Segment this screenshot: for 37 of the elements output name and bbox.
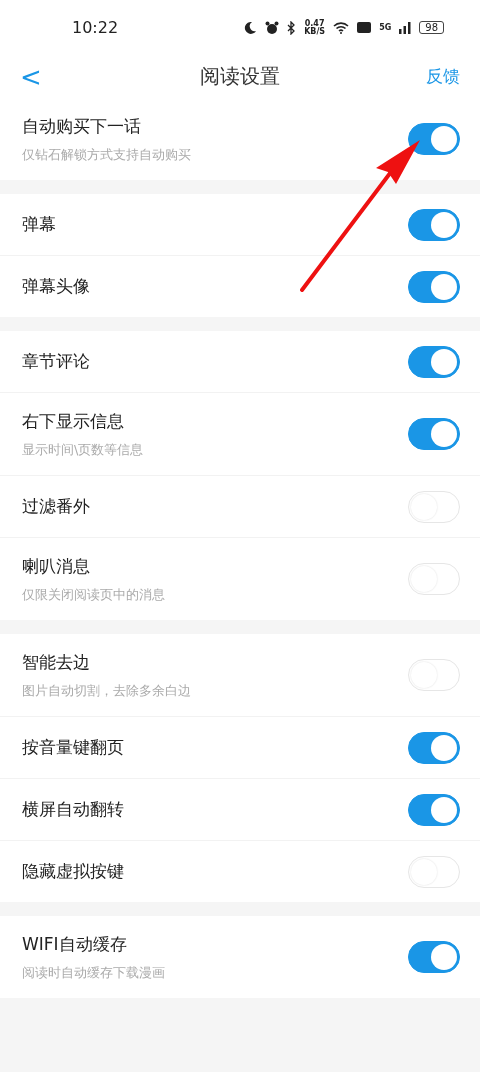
setting-description: 仅限关闭阅读页中的消息 xyxy=(22,585,166,604)
setting-description: 显示时间\页数等信息 xyxy=(22,440,145,459)
battery-level: 98 xyxy=(419,21,444,34)
toggle-switch[interactable] xyxy=(408,123,460,155)
network-speed: 0.47 xyxy=(304,19,325,28)
moon-icon xyxy=(243,20,258,35)
setting-label: 自动购买下一话 xyxy=(22,114,142,138)
toggle-switch[interactable] xyxy=(408,731,460,764)
bluetooth-icon xyxy=(287,20,297,35)
toggle-switch[interactable] xyxy=(408,345,460,378)
toggle-switch[interactable] xyxy=(408,270,460,303)
setting-description: 图片自动切割，去除多余白边 xyxy=(22,681,192,700)
setting-label: 弹幕 xyxy=(22,213,57,236)
setting-label: 弹幕头像 xyxy=(22,275,91,298)
setting-label: 右下显示信息 xyxy=(22,409,125,433)
speed-unit: KB/S xyxy=(304,27,326,36)
network-type: 5G xyxy=(379,23,392,32)
feedback-button[interactable]: 反馈 xyxy=(400,65,460,88)
setting-label: 隐藏虚拟按键 xyxy=(22,860,125,883)
signal-icon xyxy=(399,21,412,34)
toggle-switch[interactable] xyxy=(408,208,460,241)
setting-label: 喇叭消息 xyxy=(22,554,91,578)
toggle-switch[interactable] xyxy=(408,418,460,450)
status-time: 10:22 xyxy=(72,18,120,37)
setting-label: 章节评论 xyxy=(22,350,91,373)
setting-description: 仅钻石解锁方式支持自动购买 xyxy=(22,145,192,164)
page-title: 阅读设置 xyxy=(199,63,281,90)
setting-label: 过滤番外 xyxy=(22,495,91,518)
setting-label: WIFI自动缓存 xyxy=(22,932,128,956)
toggle-switch[interactable] xyxy=(408,793,460,826)
setting-label: 横屏自动翻转 xyxy=(22,798,125,821)
wifi-icon xyxy=(333,21,350,34)
toggle-switch[interactable] xyxy=(408,941,460,973)
back-button[interactable]: < xyxy=(20,61,80,92)
setting-label: 按音量键翻页 xyxy=(22,736,125,759)
setting-description: 阅读时自动缓存下载漫画 xyxy=(22,963,166,982)
setting-label: 智能去边 xyxy=(22,650,91,674)
